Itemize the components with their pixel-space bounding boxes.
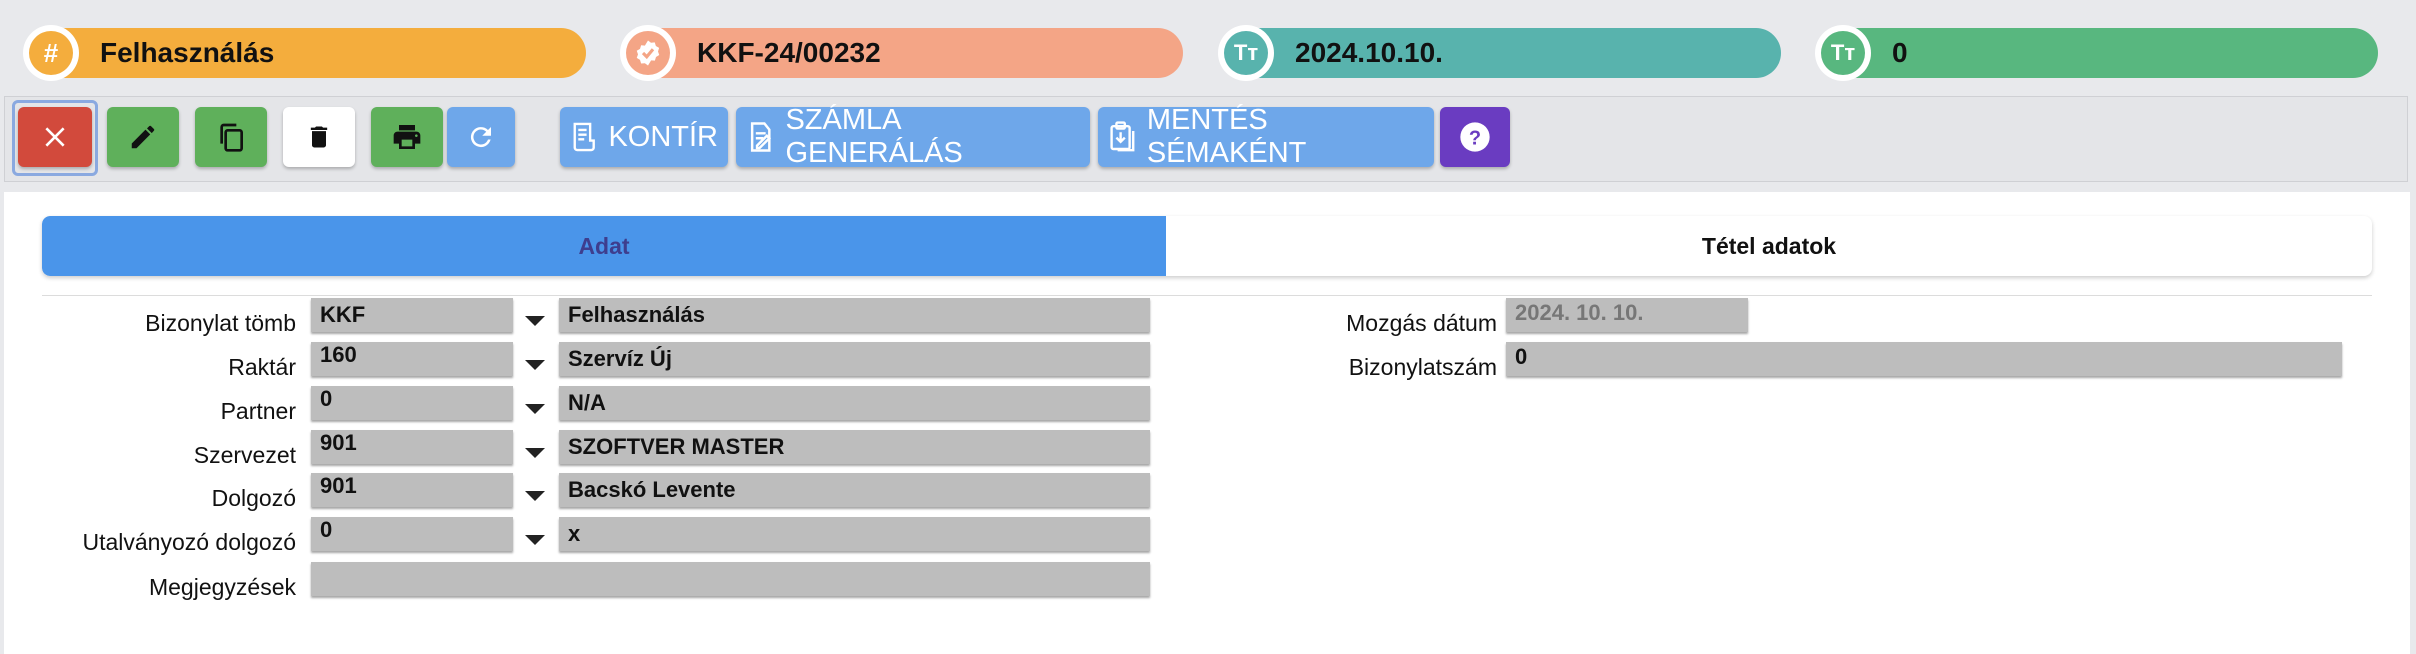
copy-icon: [220, 123, 243, 152]
field-label: Raktár: [228, 354, 296, 380]
clipboard-icon: [1110, 121, 1135, 152]
field-label: Dolgozó: [211, 485, 296, 511]
code-select[interactable]: 160: [311, 342, 513, 376]
document-number-field[interactable]: 0: [1506, 342, 2342, 376]
tab-bar: Adat Tétel adatok: [42, 216, 2372, 276]
name-field: x: [559, 517, 1150, 551]
print-button[interactable]: [371, 107, 443, 167]
code-select[interactable]: 0: [311, 386, 513, 420]
receipt-icon: [573, 122, 595, 152]
document-number-label: Bizonylatszám: [1348, 354, 1497, 380]
document-edit-icon: [750, 122, 772, 152]
delete-button[interactable]: [283, 107, 355, 167]
notes-label: Megjegyzések: [148, 574, 296, 600]
field-label: Utalványozó dolgozó: [82, 529, 296, 555]
dropdown-arrow-icon[interactable]: [525, 535, 545, 545]
trash-icon: [310, 126, 328, 148]
hash-icon: #: [29, 31, 73, 75]
copy-button[interactable]: [195, 107, 267, 167]
name-field: Bacskó Levente: [559, 473, 1150, 507]
name-field: N/A: [559, 386, 1150, 420]
text-type-icon: Tт: [1224, 31, 1268, 75]
code-select[interactable]: 0: [311, 517, 513, 551]
code-select[interactable]: KKF: [311, 298, 513, 332]
refresh-button[interactable]: [447, 107, 515, 167]
svg-text:?: ?: [1469, 127, 1481, 149]
movement-date-field[interactable]: 2024. 10. 10.: [1506, 298, 1748, 332]
field-label: Bizonylat tömb: [145, 310, 296, 336]
close-icon: [45, 127, 65, 147]
field-label: Szervezet: [193, 442, 296, 468]
help-icon: ?: [1460, 122, 1490, 152]
help-button[interactable]: ?: [1440, 107, 1510, 167]
dropdown-arrow-icon[interactable]: [525, 404, 545, 414]
tab-adat[interactable]: Adat: [42, 216, 1166, 276]
status-number-pill: KKF-24/00232: [620, 25, 1183, 81]
tab-tetel-adatok[interactable]: Tétel adatok: [1166, 216, 2372, 276]
status-type-pill: # Felhasználás: [23, 25, 586, 81]
toolbar: KONTÍR SZÁMLA GENERÁLÁS MENTÉS SÉMAKÉNT …: [4, 96, 2408, 182]
invoice-generate-button[interactable]: SZÁMLA GENERÁLÁS: [736, 104, 1090, 169]
dropdown-arrow-icon[interactable]: [525, 316, 545, 326]
kontir-button[interactable]: KONTÍR: [560, 107, 728, 167]
status-type-value: Felhasználás: [100, 37, 275, 68]
code-select[interactable]: 901: [311, 473, 513, 507]
edit-button[interactable]: [107, 107, 179, 167]
status-number-value: KKF-24/00232: [697, 37, 881, 68]
printer-icon: [393, 125, 421, 149]
code-select[interactable]: 901: [311, 430, 513, 464]
divider: [42, 295, 2372, 296]
check-badge-icon: [626, 31, 670, 75]
dropdown-arrow-icon[interactable]: [525, 360, 545, 370]
name-field: Felhasználás: [559, 298, 1150, 332]
field-label: Partner: [220, 398, 296, 424]
save-as-template-button[interactable]: MENTÉS SÉMAKÉNT: [1098, 104, 1434, 169]
name-field: SZOFTVER MASTER: [559, 430, 1150, 464]
status-date-value: 2024.10.10.: [1295, 37, 1443, 68]
status-date-pill: Tт 2024.10.10.: [1218, 25, 1781, 81]
invoice-generate-label: SZÁMLA GENERÁLÁS: [785, 104, 963, 169]
notes-field[interactable]: [311, 562, 1150, 596]
dropdown-arrow-icon[interactable]: [525, 448, 545, 458]
movement-date-label: Mozgás dátum: [1346, 310, 1497, 336]
dropdown-arrow-icon[interactable]: [525, 491, 545, 501]
close-button[interactable]: [18, 107, 92, 167]
name-field: Szervíz Új: [559, 342, 1150, 376]
status-count-pill: Tт 0: [1815, 25, 2378, 81]
status-count-value: 0: [1892, 37, 1908, 68]
tab-adat-label: Adat: [578, 233, 630, 259]
save-as-template-label: MENTÉS SÉMAKÉNT: [1146, 104, 1307, 169]
refresh-icon: [470, 127, 491, 148]
form-panel: Adat Tétel adatok Bizonylat tömb KKF Felha…: [4, 192, 2410, 654]
tab-tetel-adatok-label: Tétel adatok: [1701, 233, 1837, 259]
text-type-icon: Tт: [1821, 31, 1865, 75]
pencil-icon: [131, 125, 155, 149]
kontir-label: KONTÍR: [608, 120, 718, 153]
